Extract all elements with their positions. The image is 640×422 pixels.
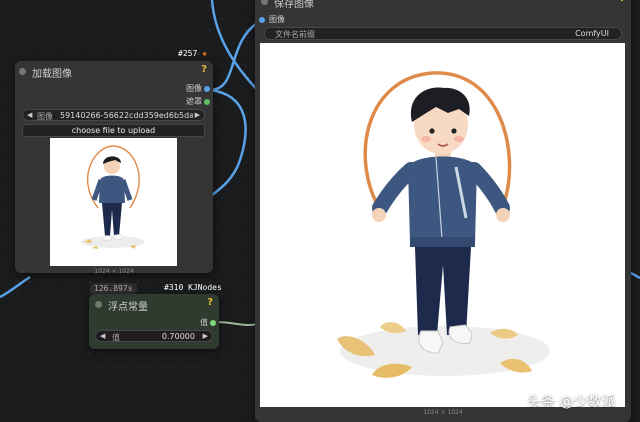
arrow-right-icon[interactable]: ▶ [203,331,208,342]
arrow-left-icon[interactable]: ◀ [27,110,32,121]
load-image-id-tag: #257 ◈ [178,49,207,58]
image-select-widget[interactable]: ◀ 图像 59140266-56622cdd359ed6b5dad2f... ▶ [22,109,205,121]
boy-jump-rope-thumbnail [81,145,145,249]
collapse-dot[interactable] [19,68,26,75]
value-widget[interactable]: ◀ 值 0.70000 ▶ [95,330,213,342]
output-image-label: 图像 [186,84,202,93]
output-value-connector[interactable] [210,320,216,326]
load-image-header[interactable]: 加载图像 ? [15,61,213,81]
filename-prefix-widget[interactable]: 文件名前缀 ComfyUI [264,27,622,40]
watermark: 头条 @少数派 [527,394,616,410]
float-constant-node[interactable]: 浮点常量 ? 值 ◀ 值 0.70000 ▶ [89,294,219,349]
image-select-value: 59140266-56622cdd359ed6b5dad2f... [60,111,193,120]
value-number: 0.70000 [161,332,195,341]
collapse-dot[interactable] [95,301,102,308]
arrow-right-icon[interactable]: ▶ [195,110,200,121]
upload-button[interactable]: choose file to upload [22,124,205,137]
arrow-left-icon[interactable]: ◀ [100,331,105,342]
float-node-id-tag: #310 KJNodes [164,283,222,292]
output-value-label: 值 [200,318,208,327]
collapse-dot[interactable] [261,0,268,5]
wire-left [0,275,31,299]
node-title: 加载图像 [32,69,72,80]
float-node-header[interactable]: 浮点常量 ? [89,294,219,314]
output-image-connector[interactable] [204,86,210,92]
output-mask-label: 遮罩 [186,97,202,106]
filename-prefix-label: 文件名前缀 [275,30,315,39]
fox-icon: ◈ [202,49,207,58]
help-icon[interactable]: ? [201,64,207,75]
preview-dimensions: 1024 × 1024 [94,268,134,275]
preview-image [50,138,177,266]
help-icon[interactable]: ? [207,297,213,308]
node-id: #257 [178,49,198,58]
image-select-label: 图像 [37,112,53,121]
value-label: 值 [112,333,120,342]
save-image-node[interactable]: 保存图像 ? 图像 文件名前缀 ComfyUI [255,0,631,422]
node-title: 保存图像 [274,0,314,10]
input-image-connector[interactable] [259,17,265,23]
load-image-node[interactable]: 加载图像 ? 图像 遮罩 ◀ 图像 59140266-56622cdd359ed… [15,61,213,275]
help-icon[interactable]: ? [619,0,625,4]
boy-jump-rope-illustration [337,71,550,378]
saved-image-preview [260,43,625,407]
node-title: 浮点常量 [108,302,148,313]
filename-prefix-value: ComfyUI [575,29,609,38]
execution-time-badge: 126.897s [90,283,137,294]
save-image-header[interactable]: 保存图像 ? [255,0,631,10]
output-mask-connector[interactable] [204,99,210,105]
input-image-label: 图像 [269,15,285,24]
